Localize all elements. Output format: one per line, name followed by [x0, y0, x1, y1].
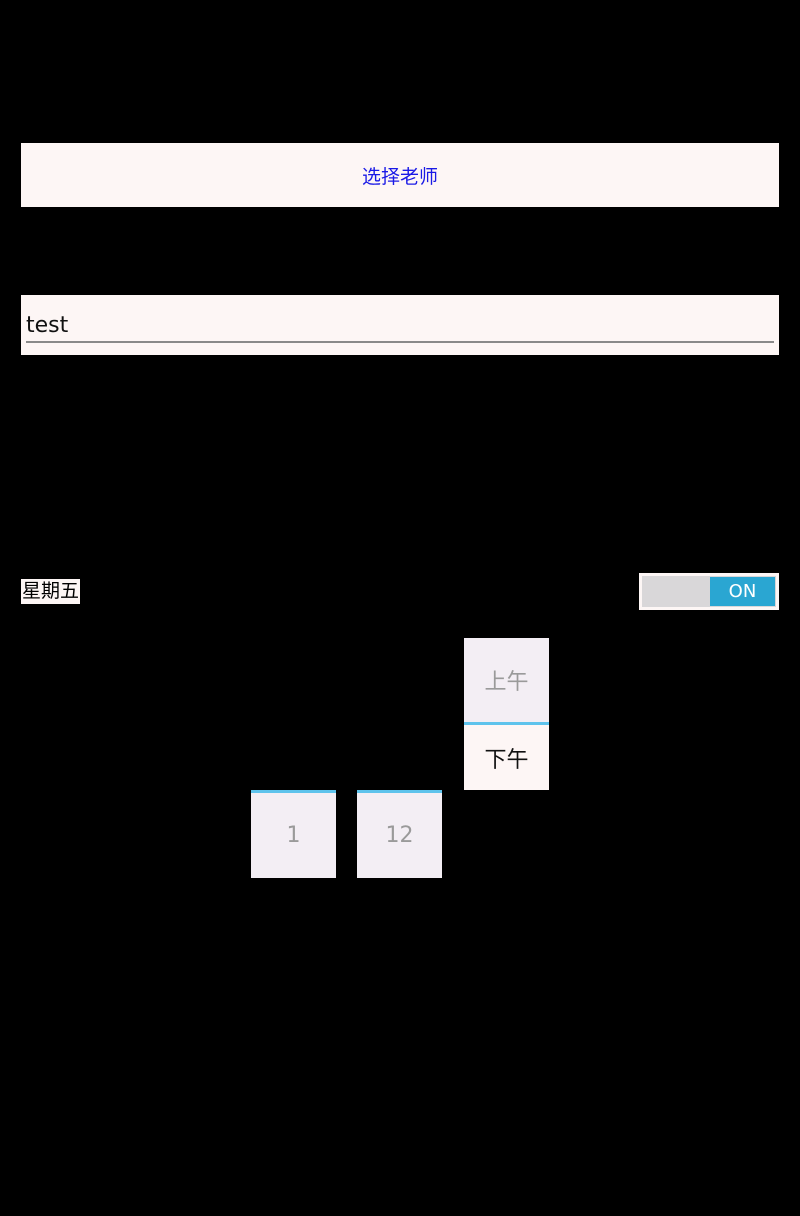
day-toggle-switch[interactable]: ON — [639, 573, 779, 610]
minute-picker-next[interactable]: 12 — [357, 793, 442, 878]
name-input[interactable]: test — [26, 309, 774, 343]
select-teacher-label: 选择老师 — [361, 165, 438, 188]
ampm-picker-selected[interactable]: 下午 — [464, 725, 549, 790]
hour-picker-next[interactable]: 1 — [251, 793, 336, 878]
name-field-container: test — [21, 295, 779, 355]
ampm-picker-above[interactable]: 上午 — [464, 638, 549, 722]
weekday-label: 星期五 — [21, 579, 81, 604]
select-teacher-button[interactable]: 选择老师 — [21, 143, 779, 207]
toggle-thumb: ON — [710, 577, 775, 606]
